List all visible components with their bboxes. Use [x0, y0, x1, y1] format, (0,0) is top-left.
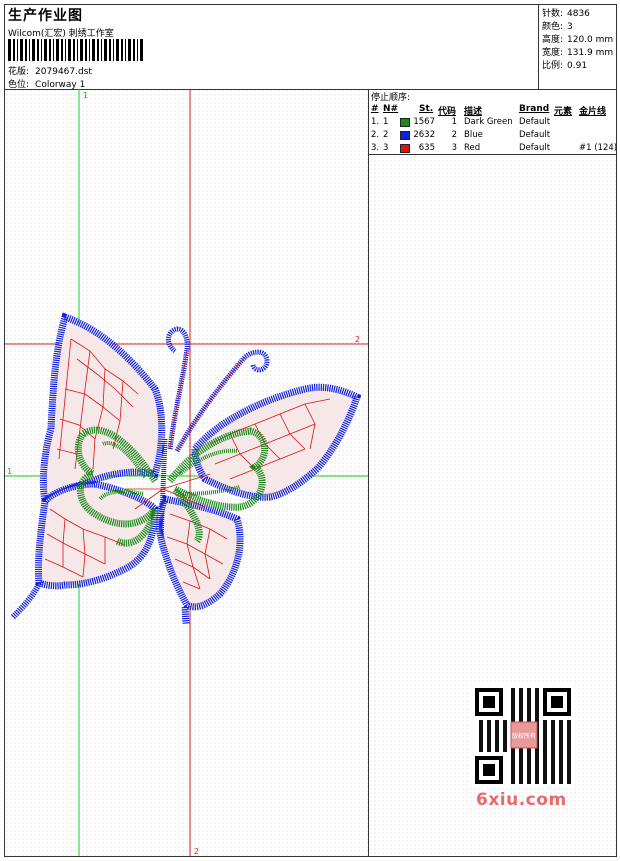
stat-stitches: 针数: 4836 — [542, 9, 590, 19]
row-number: 3 — [383, 143, 389, 153]
stat-height: 高度: 120.0 mm — [542, 35, 614, 45]
wing-left-upper — [39, 312, 166, 507]
embroidery-design: 1 1 2 2 — [5, 89, 368, 856]
qr-code: 版权所有 — [471, 684, 575, 788]
guide-label-green-top: 1 — [83, 91, 88, 100]
watermark-text: 6xiu.com — [476, 790, 567, 810]
row-stitches: 2632 — [413, 130, 435, 140]
row-brand: Default — [519, 130, 551, 140]
row-code: 2 — [451, 130, 457, 140]
guide-label-green-side: 1 — [7, 467, 12, 476]
pattern-value: 2079467.dst — [35, 67, 92, 77]
stat-scale: 比例: 0.91 — [542, 61, 588, 71]
row-brand: Default — [519, 143, 551, 153]
stop-sequence-title: 停止顺序: — [371, 93, 411, 103]
col-stitches: St. — [419, 104, 434, 114]
stop-row: 1. 1 1567 1 Dark Green Default — [369, 117, 616, 130]
pattern-label: 花版: — [8, 67, 30, 77]
row-description: Red — [464, 143, 481, 153]
stop-sequence-table: 停止顺序: # N# St. 代码 描述 Brand 元素 金片线 1. 1 156… — [369, 89, 618, 155]
stat-width: 宽度: 131.9 mm — [542, 48, 614, 58]
stat-colors: 颜色: 3 — [542, 22, 573, 32]
col-element: 元素 — [554, 107, 573, 117]
col-sequin: 金片线 — [579, 107, 607, 117]
row-code: 3 — [451, 143, 457, 153]
row-index: 3. — [371, 143, 380, 153]
row-brand: Default — [519, 117, 551, 127]
row-description: Blue — [464, 130, 483, 140]
col-hash: # — [371, 104, 379, 114]
color-swatch — [400, 144, 410, 153]
col-description: 描述 — [464, 107, 483, 117]
stats-box: 针数: 4836 颜色: 3 高度: 120.0 mm 宽度: 131.9 mm 比例:… — [538, 5, 617, 89]
row-number: 2 — [383, 130, 389, 140]
color-swatch — [400, 131, 410, 140]
row-number: 1 — [383, 117, 389, 127]
pattern-row: 花版: 2079467.dst — [8, 64, 92, 77]
col-code: 代码 — [438, 107, 457, 117]
barcode — [8, 39, 143, 61]
col-num: N# — [383, 104, 399, 114]
color-swatch — [400, 118, 410, 127]
design-canvas: 1 1 2 2 — [5, 89, 369, 856]
row-index: 2. — [371, 130, 380, 140]
company-name: Wilcom(汇宏) 刺绣工作室 — [8, 29, 114, 39]
row-code: 1 — [451, 117, 457, 127]
row-sequin: #1 (124) — [579, 143, 618, 153]
guide-label-red-bottom: 2 — [194, 847, 199, 856]
wing-right-lower — [155, 495, 244, 625]
col-brand: Brand — [519, 104, 550, 114]
sheet-header: 生产作业图 Wilcom(汇宏) 刺绣工作室 花版: 2079467.dst 色位… — [5, 5, 616, 90]
qr-stamp-text: 版权所有 — [512, 732, 536, 740]
row-index: 1. — [371, 117, 380, 127]
row-stitches: 1567 — [413, 117, 435, 127]
row-stitches: 635 — [418, 143, 435, 153]
stop-row: 2. 2 2632 2 Blue Default — [369, 130, 616, 143]
wing-right-upper — [191, 383, 362, 501]
guide-label-red-side: 2 — [355, 335, 360, 344]
page-title: 生产作业图 — [8, 8, 83, 24]
row-description: Dark Green — [464, 117, 513, 127]
